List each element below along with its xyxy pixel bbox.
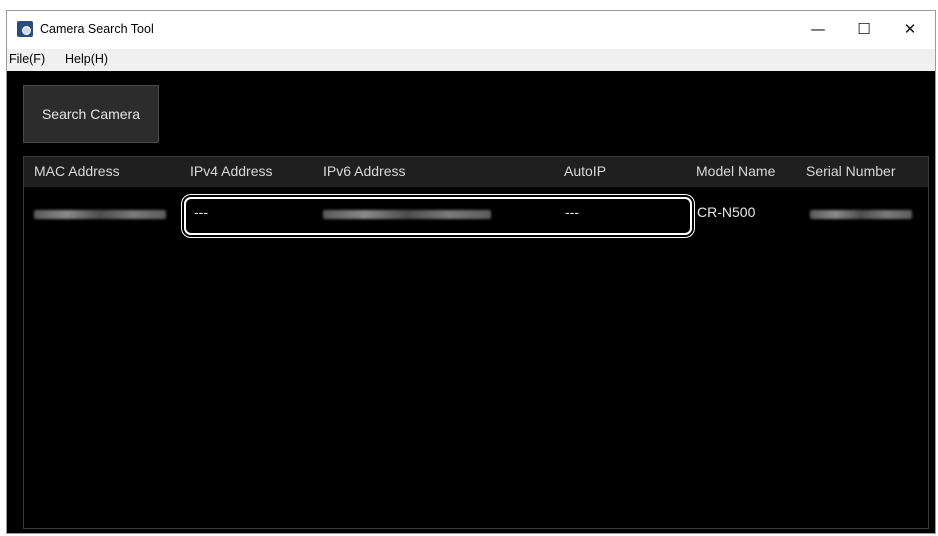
minimize-button[interactable]: — <box>795 11 841 47</box>
column-serial-number[interactable]: Serial Number <box>806 163 895 179</box>
table-header: MAC Address IPv4 Address IPv6 Address Au… <box>24 157 928 187</box>
column-autoip[interactable]: AutoIP <box>564 163 606 179</box>
cell-model-name: CR-N500 <box>697 204 756 220</box>
highlight-frame <box>184 197 692 235</box>
cell-serial-number-redacted <box>810 206 912 222</box>
column-mac-address[interactable]: MAC Address <box>34 163 120 179</box>
maximize-button[interactable]: ☐ <box>841 11 887 47</box>
menu-bar: File(F) Help(H) <box>7 49 935 71</box>
camera-table: MAC Address IPv4 Address IPv6 Address Au… <box>23 156 929 529</box>
window-title: Camera Search Tool <box>40 22 154 36</box>
column-ipv6-address[interactable]: IPv6 Address <box>323 163 406 179</box>
menu-file[interactable]: File(F) <box>9 52 45 66</box>
column-model-name[interactable]: Model Name <box>696 163 775 179</box>
close-button[interactable]: ✕ <box>887 11 933 47</box>
app-window: Camera Search Tool — ☐ ✕ File(F) Help(H)… <box>6 10 936 534</box>
title-bar[interactable]: Camera Search Tool — ☐ ✕ <box>7 11 935 49</box>
menu-help[interactable]: Help(H) <box>65 52 108 66</box>
search-camera-button[interactable]: Search Camera <box>23 85 159 143</box>
camera-app-icon <box>17 21 33 37</box>
cell-mac-address-redacted <box>34 206 166 222</box>
column-ipv4-address[interactable]: IPv4 Address <box>190 163 273 179</box>
